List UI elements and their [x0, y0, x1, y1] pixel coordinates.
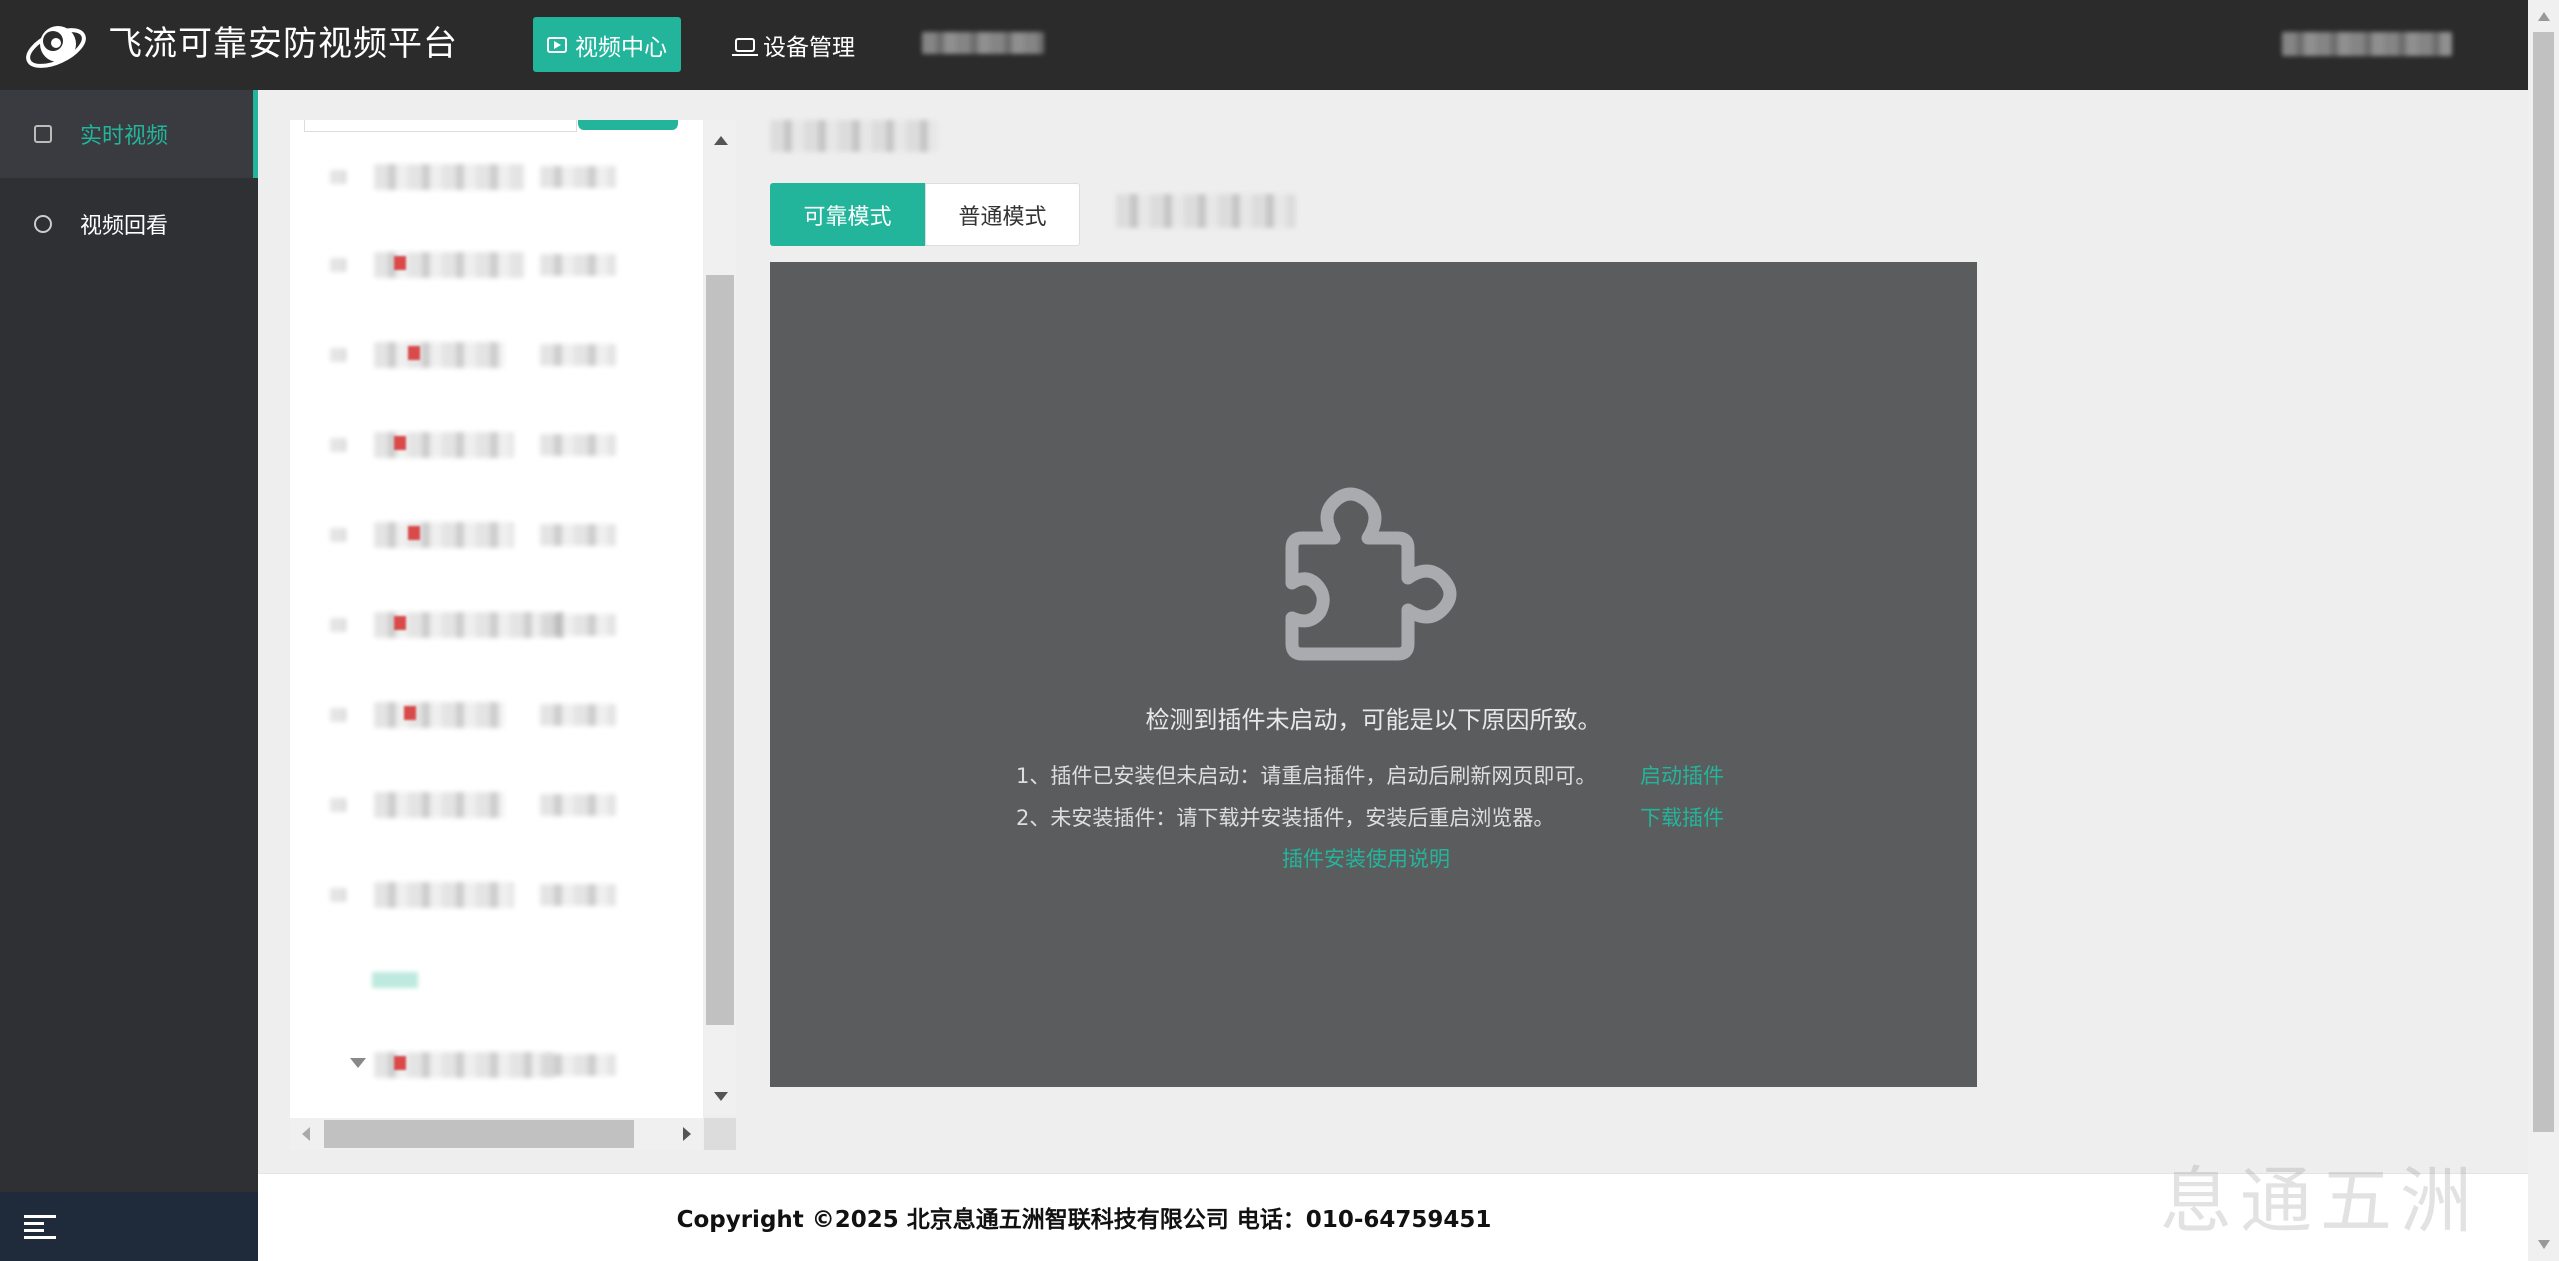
tree-node[interactable]: [330, 608, 650, 640]
scrollbar-corner: [704, 1118, 736, 1150]
scroll-left-icon[interactable]: [302, 1127, 310, 1141]
scroll-thumb[interactable]: [2533, 32, 2554, 1132]
scroll-up-icon[interactable]: [2538, 12, 2550, 21]
tree-node[interactable]: [330, 698, 650, 730]
tree-search-button[interactable]: [578, 120, 678, 130]
puzzle-icon: [1285, 487, 1457, 661]
tree-node[interactable]: [330, 428, 650, 460]
tree-search-input[interactable]: [304, 120, 577, 132]
start-plugin-link[interactable]: 启动插件: [1640, 760, 1724, 790]
device-tree-panel: [290, 120, 703, 1120]
tab-normal-mode[interactable]: 普通模式: [925, 183, 1080, 246]
laptop-icon: [732, 37, 758, 56]
user-menu-redacted[interactable]: [2282, 32, 2452, 56]
tree-node[interactable]: [330, 248, 650, 280]
tree-node[interactable]: [330, 1048, 650, 1080]
download-plugin-link[interactable]: 下载插件: [1640, 802, 1724, 832]
nav-item-redacted[interactable]: [922, 32, 1044, 54]
scroll-right-icon[interactable]: [683, 1127, 691, 1141]
tree-node[interactable]: [330, 338, 650, 370]
sidebar-item-label: 实时视频: [80, 124, 169, 149]
sidebar: 实时视频 视频回看: [0, 90, 258, 1261]
play-icon: [34, 125, 52, 143]
watermark-text: 息通五洲: [2160, 1159, 2481, 1243]
scroll-up-icon[interactable]: [714, 136, 728, 145]
tree-horizontal-scrollbar[interactable]: [290, 1118, 703, 1150]
scroll-down-icon[interactable]: [2538, 1240, 2550, 1249]
tree-vertical-scrollbar[interactable]: [704, 120, 736, 1115]
status-text-redacted: [1116, 194, 1296, 228]
copyright-text: Copyright ©2025 北京息通五洲智联科技有限公司 电话：010-64…: [676, 1207, 1492, 1233]
nav-video-center-label: 视频中心: [575, 34, 667, 61]
mode-tabs: 可靠模式 普通模式: [770, 183, 1080, 246]
sidebar-item-playback[interactable]: 视频回看: [0, 180, 258, 268]
nav-device-management-label: 设备管理: [763, 34, 855, 61]
app-title: 飞流可靠安防视频平台: [108, 24, 458, 64]
top-bar: 飞流可靠安防视频平台 视频中心 设备管理: [0, 0, 2528, 90]
history-icon: [34, 215, 52, 233]
play-icon: [547, 36, 567, 53]
menu-collapse-icon: [24, 1215, 56, 1239]
channel-title-redacted: [770, 120, 938, 152]
logo-icon: [26, 26, 86, 68]
plugin-message-title: 检测到插件未启动，可能是以下原因所致。: [1145, 706, 1602, 734]
scroll-thumb[interactable]: [324, 1120, 634, 1148]
nav-device-management[interactable]: 设备管理: [732, 17, 855, 72]
plugin-help-link[interactable]: 插件安装使用说明: [1282, 843, 1450, 873]
menu-collapse-button[interactable]: [0, 1192, 258, 1261]
tree-node[interactable]: [330, 788, 650, 820]
scroll-down-icon[interactable]: [714, 1092, 728, 1101]
tree-node[interactable]: [330, 878, 650, 910]
plugin-message-line-1: 1、插件已安装但未启动：请重启插件，启动后刷新网页即可。: [1016, 764, 1597, 788]
video-player-area[interactable]: 检测到插件未启动，可能是以下原因所致。 1、插件已安装但未启动：请重启插件，启动…: [770, 262, 1977, 1087]
page-scrollbar[interactable]: [2528, 0, 2559, 1261]
tab-reliable-mode[interactable]: 可靠模式: [770, 183, 925, 246]
sidebar-item-label: 视频回看: [80, 214, 169, 239]
nav-video-center[interactable]: 视频中心: [533, 17, 681, 72]
scroll-thumb[interactable]: [706, 275, 734, 1025]
tree-node[interactable]: [330, 518, 650, 550]
tree-node[interactable]: [330, 160, 650, 192]
plugin-message-line-2: 2、未安装插件：请下载并安装插件，安装后重启浏览器。: [1016, 806, 1555, 830]
tree-node-highlight[interactable]: [372, 972, 418, 988]
sidebar-item-live-video[interactable]: 实时视频: [0, 90, 258, 178]
